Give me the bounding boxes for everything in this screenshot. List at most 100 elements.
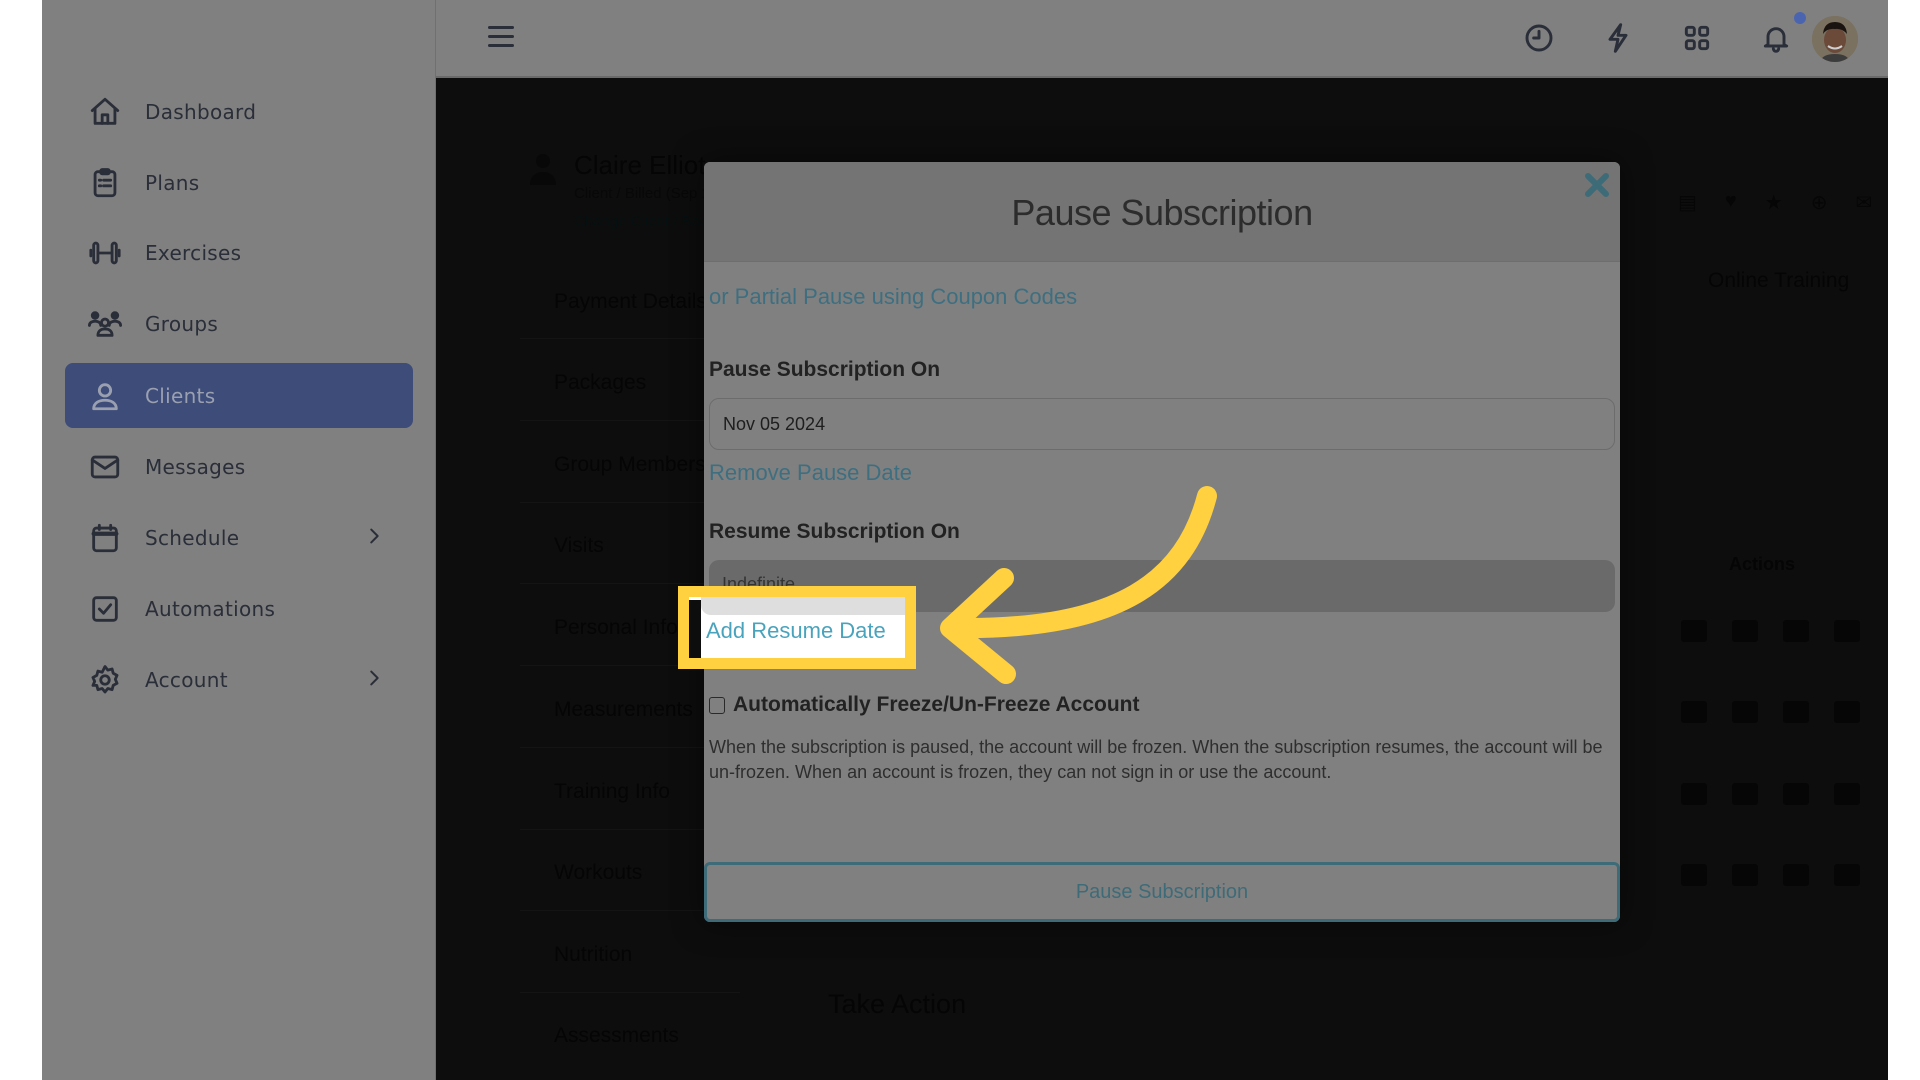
calendar-icon [87, 520, 123, 556]
top-bar [436, 0, 1888, 78]
checkbox-icon [87, 591, 123, 627]
sidebar: Dashboard Plans Exercises Groups Clients… [42, 0, 436, 1080]
card-icon[interactable] [1681, 864, 1707, 886]
spotlight-edge [689, 600, 701, 658]
client-links: Change Client / Back [574, 213, 715, 230]
highlight-box: Add Resume Date [678, 586, 916, 669]
table-row-actions [1681, 783, 1860, 805]
pause-subscription-button[interactable]: Pause Subscription [704, 862, 1620, 922]
tab-nutrition[interactable]: Nutrition [554, 943, 632, 967]
tab-training-info[interactable]: Training Info [554, 780, 670, 804]
users-icon[interactable] [1834, 783, 1860, 805]
user-avatar[interactable] [1812, 16, 1858, 62]
clock-icon[interactable] [1521, 20, 1557, 56]
unlock-icon[interactable] [1732, 701, 1758, 723]
users-icon[interactable] [1834, 620, 1860, 642]
card-icon[interactable] [1681, 783, 1707, 805]
tab-packages[interactable]: Packages [554, 371, 646, 395]
pause-on-date-input[interactable]: Nov 05 2024 [709, 398, 1615, 450]
auto-freeze-label[interactable]: Automatically Freeze/Un-Freeze Account [733, 693, 1140, 717]
chevron-right-icon[interactable] [363, 667, 385, 689]
sidebar-item-label: Messages [145, 454, 246, 479]
card-icon[interactable] [1783, 864, 1809, 886]
card-icon[interactable] [1783, 783, 1809, 805]
tab-payment-details[interactable]: Payment Details [554, 290, 707, 314]
coupon-codes-link[interactable]: or Partial Pause using Coupon Codes [709, 284, 1077, 310]
table-row-actions [1681, 864, 1860, 886]
menu-icon[interactable] [488, 26, 514, 48]
close-icon[interactable] [1584, 172, 1610, 198]
actions-column-header: Actions [1729, 554, 1796, 574]
divider [520, 992, 740, 993]
bell-icon[interactable] [1758, 20, 1794, 56]
sidebar-item-groups[interactable]: Groups [65, 291, 413, 356]
tab-visits[interactable]: Visits [554, 534, 604, 558]
client-quick-actions: ▤ ♥ ★ ⊕ ✉ [1678, 190, 1872, 215]
envelope-icon[interactable]: ✉ [1855, 190, 1872, 215]
dumbbell-icon [87, 235, 123, 271]
document-icon[interactable]: ▤ [1678, 190, 1697, 215]
star-icon[interactable]: ★ [1765, 190, 1783, 215]
sidebar-item-label: Groups [145, 311, 219, 336]
highlight-spotlight: Add Resume Date [689, 597, 905, 658]
sidebar-item-label: Dashboard [145, 99, 257, 124]
plus-circle-icon[interactable]: ⊕ [1811, 190, 1828, 215]
client-name: Claire Elliot [574, 150, 706, 180]
sidebar-item-account[interactable]: Account [65, 647, 413, 712]
change-client-link[interactable]: Change Client [574, 213, 669, 230]
tab-measurements[interactable]: Measurements [554, 698, 693, 722]
users-icon[interactable] [1834, 701, 1860, 723]
pause-on-value: Nov 05 2024 [723, 413, 826, 434]
mail-icon [87, 449, 123, 485]
add-resume-date-link[interactable]: Add Resume Date [706, 618, 886, 644]
sidebar-item-dashboard[interactable]: Dashboard [65, 79, 413, 144]
online-training-label: Online Training [1708, 269, 1850, 292]
table-row-actions [1681, 701, 1860, 723]
sidebar-item-exercises[interactable]: Exercises [65, 220, 413, 285]
take-action-heading: Take Action [828, 989, 967, 1019]
unlock-icon[interactable] [1732, 620, 1758, 642]
client-avatar-icon [528, 151, 558, 187]
sidebar-item-label: Plans [145, 170, 200, 195]
notification-badge [1794, 12, 1806, 24]
unlock-icon[interactable] [1732, 864, 1758, 886]
sidebar-item-schedule[interactable]: Schedule [65, 505, 413, 570]
sidebar-item-messages[interactable]: Messages [65, 434, 413, 499]
app-window: Dashboard Plans Exercises Groups Clients… [42, 0, 1888, 1080]
home-icon [87, 94, 123, 130]
chevron-right-icon[interactable] [363, 525, 385, 547]
card-icon[interactable] [1783, 620, 1809, 642]
sidebar-item-label: Exercises [145, 240, 242, 265]
sidebar-item-clients[interactable]: Clients [65, 363, 413, 428]
sidebar-item-label: Account [145, 667, 228, 692]
sidebar-item-label: Clients [145, 383, 216, 408]
users-icon [87, 306, 123, 342]
heartbeat-icon[interactable]: ♥ [1725, 190, 1737, 215]
card-icon[interactable] [1681, 701, 1707, 723]
spotlight-input-edge [701, 597, 905, 615]
users-icon[interactable] [1834, 864, 1860, 886]
card-icon[interactable] [1681, 620, 1707, 642]
sidebar-item-label: Schedule [145, 525, 240, 550]
tab-workouts[interactable]: Workouts [554, 861, 642, 885]
card-icon[interactable] [1783, 701, 1809, 723]
remove-pause-date-link[interactable]: Remove Pause Date [709, 460, 912, 486]
modal-header: Pause Subscription [704, 162, 1620, 262]
freeze-help-text: When the subscription is paused, the acc… [709, 737, 1603, 782]
unlock-icon[interactable] [1732, 783, 1758, 805]
auto-freeze-checkbox[interactable] [709, 697, 725, 714]
apps-grid-icon[interactable] [1679, 20, 1715, 56]
gear-icon [87, 662, 123, 698]
bolt-icon[interactable] [1600, 20, 1636, 56]
resume-on-label: Resume Subscription On [709, 520, 960, 543]
tab-assessments[interactable]: Assessments [554, 1024, 679, 1048]
tab-personal-info[interactable]: Personal Info [554, 616, 678, 640]
table-row-actions [1681, 620, 1860, 642]
user-icon [87, 378, 123, 414]
sidebar-item-plans[interactable]: Plans [65, 150, 413, 215]
sidebar-item-automations[interactable]: Automations [65, 576, 413, 641]
pause-subscription-modal: Pause Subscription or Partial Pause usin… [704, 162, 1620, 922]
clipboard-icon [87, 165, 123, 201]
pause-on-label: Pause Subscription On [709, 358, 941, 381]
sidebar-item-label: Automations [145, 596, 276, 621]
